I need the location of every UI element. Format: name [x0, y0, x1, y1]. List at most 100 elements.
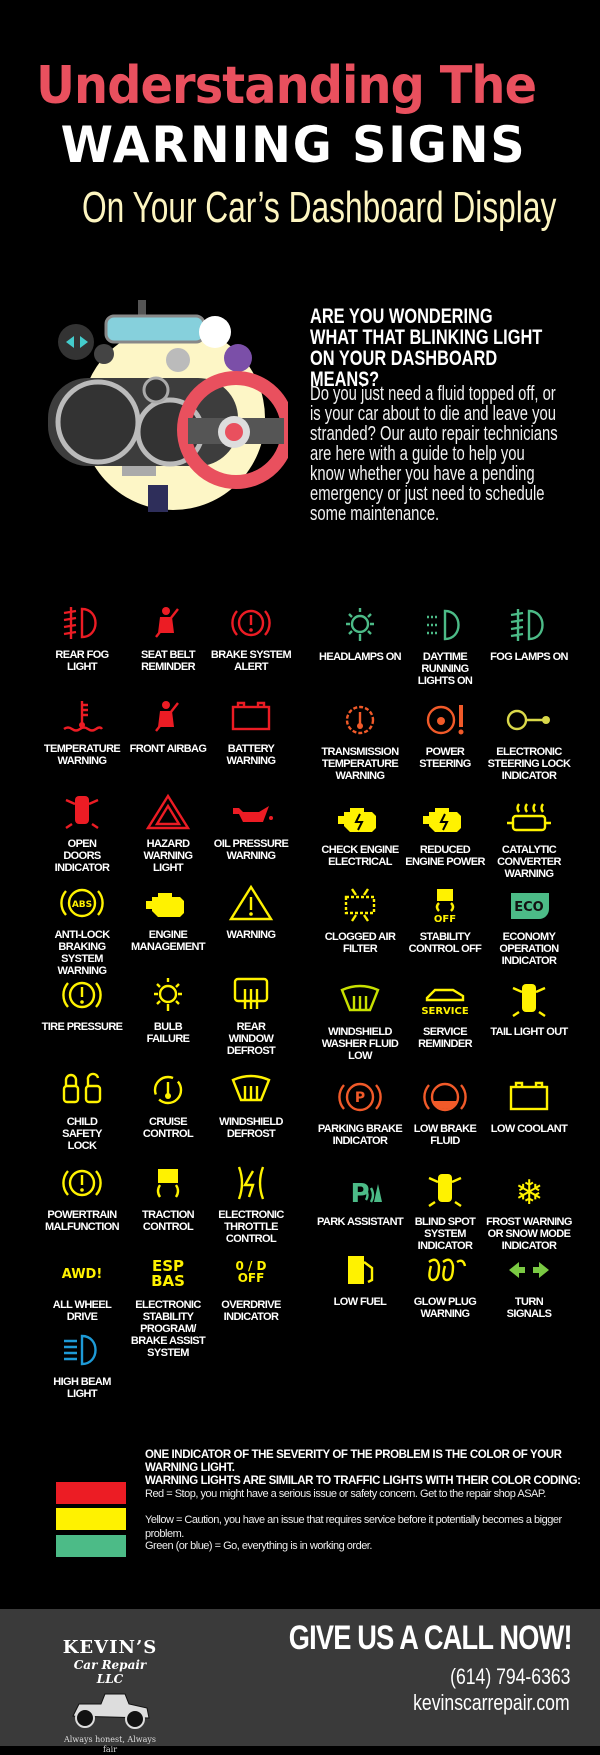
warning-light-item: CHECK ENGINE ELECTRICAL [312, 798, 408, 868]
brake-fluid-icon [423, 1082, 467, 1112]
warning-light-label: TIRE PRESSURE [41, 1021, 123, 1033]
warning-light-label: PARK ASSISTANT [316, 1216, 404, 1228]
legend-swatch-yellow [56, 1508, 126, 1530]
warning-light-label: CATALYTIC CONVERTER WARNING [497, 844, 561, 880]
warning-light-label: OPEN DOORS INDICATOR [54, 838, 110, 874]
oil-can-icon [233, 806, 273, 822]
intro-body: Do you just need a fluid topped off, or … [310, 383, 558, 525]
warning-light-item: SEAT BELT REMINDER [120, 603, 216, 673]
phone-number[interactable]: (614) 794-6363 [450, 1664, 570, 1690]
warning-light-item: TRACTION CONTROL [120, 1163, 216, 1233]
title-line-1: Understanding The [36, 56, 537, 116]
svg-text:❄: ❄ [515, 1173, 544, 1210]
subtitle: On Your Car’s Dashboard Display [82, 183, 557, 232]
rear-fog-light-icon [63, 607, 97, 639]
child-lock-icon [62, 1072, 102, 1104]
warning-light-item: OIL PRESSURE WARNING [203, 792, 299, 862]
parking-brake-icon: P [338, 1082, 382, 1112]
awd-icon: AWD! [62, 1267, 103, 1282]
warning-light-item: BATTERY WARNING [203, 697, 299, 767]
warning-light-label: DAYTIME RUNNING LIGHTS ON [417, 651, 473, 687]
logo-name: KEVIN’S [62, 1637, 158, 1658]
warning-light-label: CLOGGED AIR FILTER [324, 931, 396, 955]
seat-belt-icon [155, 607, 179, 638]
warning-light-item: DAYTIME RUNNING LIGHTS ON [397, 605, 493, 687]
open-doors-icon [65, 796, 99, 829]
warning-light-item: CLOGGED AIR FILTER [312, 885, 408, 955]
headlamp-bulb-icon [346, 608, 374, 641]
warning-light-item: CATALYTIC CONVERTER WARNING [481, 798, 577, 880]
overdrive-icon: 0 / DOFF [235, 1259, 266, 1285]
engine-electrical-icon [338, 808, 376, 832]
warning-light-item: TURN SIGNALS [481, 1250, 577, 1320]
tail-light-icon [512, 984, 546, 1017]
warning-light-item: TRANSMISSION TEMPERATURE WARNING [312, 700, 408, 782]
warning-light-item: FRONT AIRBAG [120, 697, 216, 755]
warning-light-label: STABILITY CONTROL OFF [408, 931, 482, 955]
warning-light-label: ELECTRONIC THROTTLE CONTROL [218, 1209, 284, 1245]
warning-light-label: BULB FAILURE [146, 1021, 190, 1045]
turn-signals-icon [509, 1262, 549, 1278]
windshield-defrost-icon [231, 1074, 271, 1102]
warning-light-label: ECONOMY OPERATION INDICATOR [499, 931, 559, 967]
warning-light-label: ANTI-LOCK BRAKING SYSTEM WARNING [54, 929, 110, 977]
warning-light-item: REDUCED ENGINE POWER [397, 798, 493, 868]
svg-text:ABS: ABS [72, 900, 92, 910]
air-filter-icon [344, 888, 376, 922]
warning-light-item: BULB FAILURE [120, 975, 216, 1045]
hot-rod-car-icon [72, 1693, 150, 1729]
warning-light-item: FOG LAMPS ON [481, 605, 577, 663]
warning-light-label: POWER STEERING [419, 746, 471, 770]
svg-text:ECO: ECO [514, 900, 543, 915]
warning-light-item: CRUISE CONTROL [120, 1070, 216, 1140]
warning-light-label: LOW COOLANT [490, 1123, 568, 1135]
legend-swatch-red [56, 1482, 126, 1504]
daytime-lights-icon [427, 609, 460, 641]
warning-light-item: TEMPERATURE WARNING [34, 697, 130, 767]
intro-heading: ARE YOU WONDERING WHAT THAT BLINKING LIG… [310, 305, 543, 391]
cruise-control-icon [153, 1075, 183, 1105]
warning-light-label: POWERTRAIN MALFUNCTION [44, 1209, 120, 1233]
warning-light-item: ENGINE MANAGEMENT [120, 883, 216, 953]
website-link[interactable]: kevinscarrepair.com [413, 1690, 570, 1716]
warning-light-label: OVERDRIVE INDICATOR [221, 1299, 281, 1323]
warning-light-item: BRAKE SYSTEM ALERT [203, 603, 299, 673]
warning-light-label: REAR WINDOW DEFROST [226, 1021, 276, 1057]
warning-light-item: AWD! ALL WHEEL DRIVE [34, 1253, 130, 1323]
warning-light-label: PARKING BRAKE INDICATOR [317, 1123, 403, 1147]
transmission-temp-icon [345, 705, 375, 735]
steering-lock-icon [506, 709, 550, 731]
temperature-icon [63, 701, 103, 732]
warning-light-label: TEMPERATURE WARNING [43, 743, 121, 767]
warning-light-item: HIGH BEAM LIGHT [34, 1330, 130, 1400]
warning-light-label: TAIL LIGHT OUT [490, 1026, 568, 1038]
warning-light-label: WARNING [226, 929, 277, 941]
warning-light-label: TURN SIGNALS [506, 1296, 552, 1320]
svg-text:BAS: BAS [151, 1272, 185, 1290]
warning-light-label: WINDSHIELD WASHER FLUID LOW [321, 1026, 399, 1062]
warning-light-label: CRUISE CONTROL [142, 1116, 194, 1140]
warning-light-label: BATTERY WARNING [226, 743, 277, 767]
call-to-action: GIVE US A CALL NOW! [289, 1619, 573, 1657]
warning-light-item: WARNING [203, 883, 299, 941]
legend-text-green: Green (or blue) = Go, everything is in w… [145, 1540, 372, 1552]
warning-light-label: TRANSMISSION TEMPERATURE WARNING [321, 746, 399, 782]
warning-light-item: ELECTRONIC STEERING LOCK INDICATOR [481, 700, 577, 782]
high-beam-icon [64, 1334, 97, 1366]
warning-light-item: LOW COOLANT [481, 1077, 577, 1135]
washer-fluid-icon [340, 984, 380, 1012]
svg-text:P: P [355, 1090, 365, 1106]
warning-light-label: REDUCED ENGINE POWER [405, 844, 485, 868]
company-logo: KEVIN’S Car Repair LLC Always honest, Al… [60, 1638, 160, 1755]
warning-light-label: BLIND SPOT SYSTEM INDICATOR [414, 1216, 476, 1252]
warning-light-label: LOW BRAKE FLUID [413, 1123, 477, 1147]
warning-light-item: OFF STABILITY CONTROL OFF [397, 885, 493, 955]
catalytic-icon [507, 803, 551, 832]
warning-light-item: P PARKING BRAKE INDICATOR [312, 1077, 408, 1147]
warning-light-item: P PARK ASSISTANT [312, 1170, 408, 1228]
service-icon: SERVICE [421, 988, 469, 1017]
power-steering-icon [426, 705, 464, 735]
fog-lamp-icon [510, 609, 544, 641]
svg-text:OFF: OFF [434, 914, 456, 925]
warning-light-item: LOW FUEL [312, 1250, 408, 1308]
